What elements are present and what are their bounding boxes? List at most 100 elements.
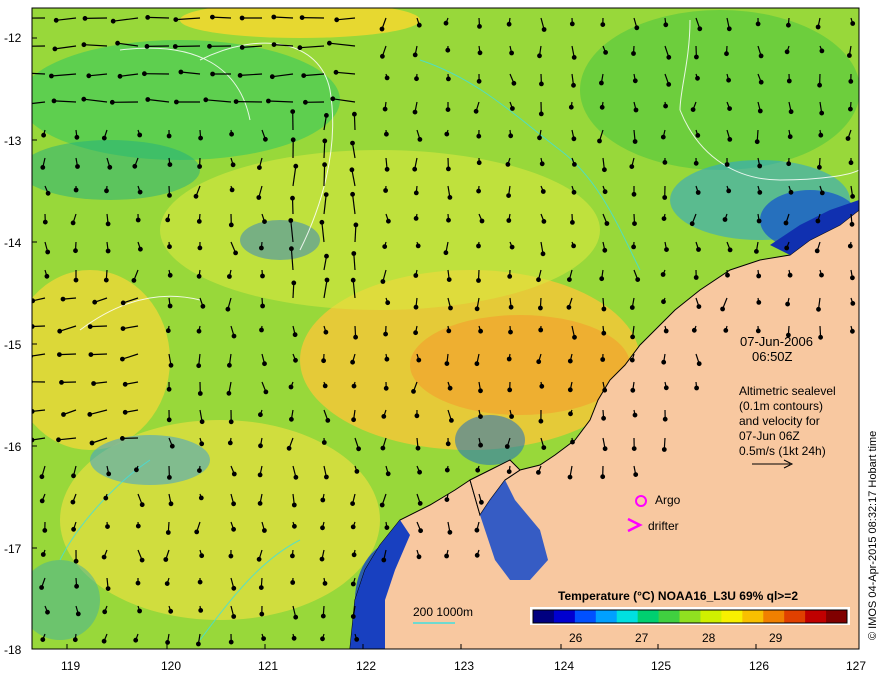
velocity-arrow-head [18,103,22,107]
velocity-arrow-head [322,138,328,144]
velocity-arrow-head [319,219,325,225]
velocity-arrow-head [291,635,297,641]
velocity-arrow-head [600,474,606,480]
velocity-arrow-head [850,21,856,26]
velocity-arrow-head [167,244,172,250]
velocity-arrow-head [351,251,357,256]
velocity-arrow-head [784,49,790,55]
velocity-arrow-head [473,108,479,114]
y-tick-label: -18 [4,643,22,657]
velocity-arrow-head [634,25,640,31]
velocity-arrow-head [384,131,389,137]
velocity-arrow-head [52,46,58,52]
velocity-arrow-head [168,362,174,368]
velocity-arrow-head [508,304,514,310]
velocity-arrow-head [137,246,143,252]
velocity-arrow-head [133,467,139,473]
velocity-arrow-head [239,45,245,50]
velocity-arrow-head [324,277,330,283]
velocity-arrow-head [818,334,823,340]
velocity-arrow-head [661,299,666,305]
velocity-arrow-head [165,328,171,334]
velocity-arrow-head [416,554,422,560]
velocity-arrow-head [783,220,789,226]
velocity-arrow-head [632,139,638,144]
velocity-arrow-head [290,553,295,559]
velocity-arrow-head [137,132,143,138]
velocity-arrow-head [324,253,329,259]
velocity-arrow-head [446,328,452,334]
velocity-arrow-head [540,189,546,194]
velocity-arrow-head [385,300,391,306]
velocity-arrow-head [476,160,482,166]
velocity-arrow-head [333,69,339,75]
velocity-arrow-head [166,133,172,139]
velocity-arrow-head [850,275,855,281]
velocity-arrow-head [381,414,387,419]
velocity-arrow-head [819,48,825,54]
velocity-arrow-head [32,298,36,304]
velocity-arrow-head [226,390,232,396]
velocity-arrow-head [724,51,729,57]
velocity-arrow-head [289,416,294,422]
velocity-arrow-head [71,473,76,479]
velocity-arrow-head [602,446,608,452]
velocity-arrow-head [87,412,93,417]
velocity-arrow-head [661,447,667,452]
velocity-arrow [147,16,170,19]
velocity-arrow-head [384,356,390,362]
velocity-arrow-head [414,413,420,419]
velocity-arrow-head [631,51,636,56]
velocity-arrow-head [137,189,143,195]
velocity-arrow-head [567,387,573,393]
velocity-arrow-head [263,389,269,395]
velocity-arrow-head [41,132,46,138]
velocity-arrow-head [292,332,298,338]
velocity-arrow-head [323,192,329,198]
velocity-arrow-head [229,131,235,137]
velocity-arrow-head [25,45,29,49]
altimetry-line-2: (0.1m contours) [739,399,823,413]
velocity-arrow-head [350,359,356,365]
velocity-arrow-head [73,558,79,564]
velocity-arrow-head [293,614,299,620]
velocity-arrow-head [163,557,169,562]
velocity-arrow-head [258,585,264,590]
velocity-arrow-head [70,499,76,505]
velocity-arrow-head [103,277,109,283]
velocity-arrow-head [379,502,385,508]
velocity-arrow-head [262,528,267,533]
velocity-arrow-head [631,191,637,197]
velocity-arrow-head [508,329,513,335]
velocity-arrow-head [538,305,543,311]
velocity-arrow-head [350,581,356,587]
velocity-arrow-head [567,277,572,283]
velocity-arrow-head [757,108,763,114]
velocity-arrow-head [850,328,855,334]
velocity-arrow-head [105,221,111,227]
velocity-arrow-head [849,221,855,227]
velocity-arrow-head [850,193,855,199]
velocity-arrow-head [292,523,297,529]
altimetry-line-1: Altimetric sealevel [739,384,836,398]
velocity-arrow-head [228,222,234,228]
velocity-arrow-head [145,14,151,20]
velocity-arrow-head [599,276,605,282]
velocity-arrow-head [256,195,262,200]
velocity-arrow-head [666,81,672,87]
velocity-arrow-head [444,361,450,367]
velocity-arrow-head [228,553,234,559]
velocity-arrow-head [696,361,702,367]
velocity-arrow-head [845,136,851,141]
velocity-arrow-head [75,164,80,169]
velocity-arrow-head [144,44,150,49]
colorbar-tick: 26 [569,631,583,645]
velocity-arrow-head [271,42,277,47]
velocity-arrow-head [476,133,482,139]
velocity-arrow-head [139,557,145,563]
velocity-arrow-head [848,160,854,166]
velocity-arrow-head [122,409,128,415]
colorbar-swatch [553,610,576,623]
velocity-arrow-head [106,471,112,477]
velocity-arrow-head [816,306,821,312]
